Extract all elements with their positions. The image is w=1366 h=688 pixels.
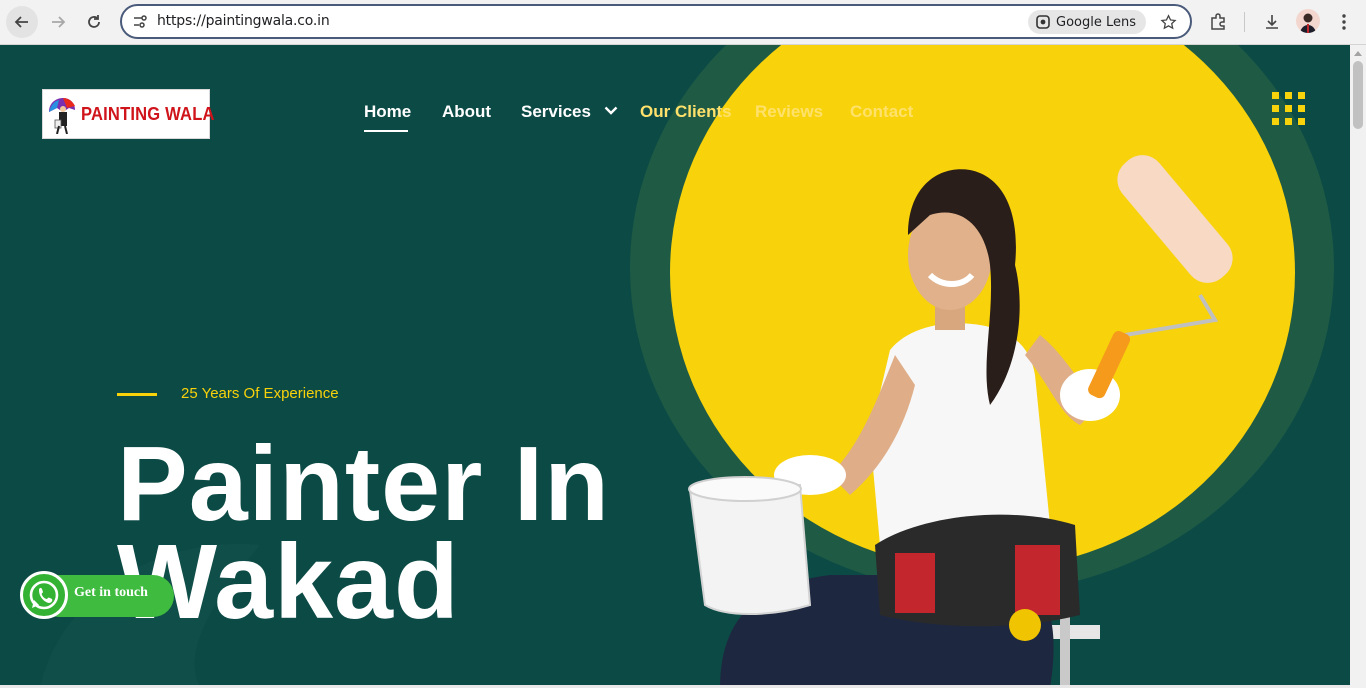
nav-services-label: Services — [521, 102, 591, 121]
back-arrow-icon — [14, 16, 28, 28]
google-lens-icon — [1036, 15, 1050, 29]
address-bar[interactable]: https://paintingwala.co.in Google Lens — [120, 4, 1192, 39]
google-lens-button[interactable]: Google Lens — [1028, 10, 1146, 34]
back-button[interactable] — [6, 6, 38, 38]
chevron-down-icon — [604, 106, 618, 115]
browser-toolbar: https://paintingwala.co.in Google Lens — [0, 0, 1366, 45]
bookmark-star-icon[interactable] — [1158, 12, 1178, 32]
hero-tagline: 25 Years Of Experience — [181, 385, 339, 402]
reload-icon — [88, 15, 100, 28]
nav-home-label: Home — [364, 102, 412, 121]
hero-title-line-1: Painter In — [117, 425, 611, 543]
url-text[interactable]: https://paintingwala.co.in — [157, 13, 330, 29]
forward-arrow-icon — [52, 16, 66, 28]
scroll-up-arrow-icon[interactable] — [1354, 51, 1362, 56]
website-page: PAINTING WALA Home About Services Our Cl… — [0, 45, 1350, 688]
hero-title: Painter In Wakad — [117, 425, 611, 641]
whatsapp-get-in-touch-button[interactable]: Get in touch — [20, 571, 174, 619]
tagline-accent-line — [117, 393, 157, 396]
hero-title-line-2: Wakad — [117, 523, 460, 641]
profile-avatar[interactable] — [1296, 9, 1320, 33]
nav-services[interactable]: Services — [521, 102, 618, 122]
active-indicator — [364, 130, 408, 132]
page-scrollbar[interactable] — [1350, 45, 1366, 688]
kebab-menu-icon[interactable] — [1332, 10, 1356, 34]
scrollbar-thumb[interactable] — [1353, 61, 1363, 129]
forward-button[interactable] — [42, 6, 74, 38]
reload-button[interactable] — [78, 6, 110, 38]
whatsapp-icon — [20, 571, 68, 619]
extensions-icon[interactable] — [1206, 10, 1230, 34]
toolbar-divider — [1244, 12, 1245, 32]
logo-painter-icon — [49, 98, 75, 134]
download-icon[interactable] — [1260, 10, 1284, 34]
hero-painter-image — [688, 155, 1233, 688]
logo-text: PAINTING WALA — [81, 104, 215, 124]
nav-home[interactable]: Home — [364, 102, 412, 132]
site-info-icon[interactable] — [130, 12, 150, 32]
google-lens-label: Google Lens — [1056, 14, 1136, 30]
whatsapp-label: Get in touch — [74, 585, 148, 600]
site-logo[interactable]: PAINTING WALA — [42, 89, 214, 139]
nav-about[interactable]: About — [442, 102, 491, 122]
